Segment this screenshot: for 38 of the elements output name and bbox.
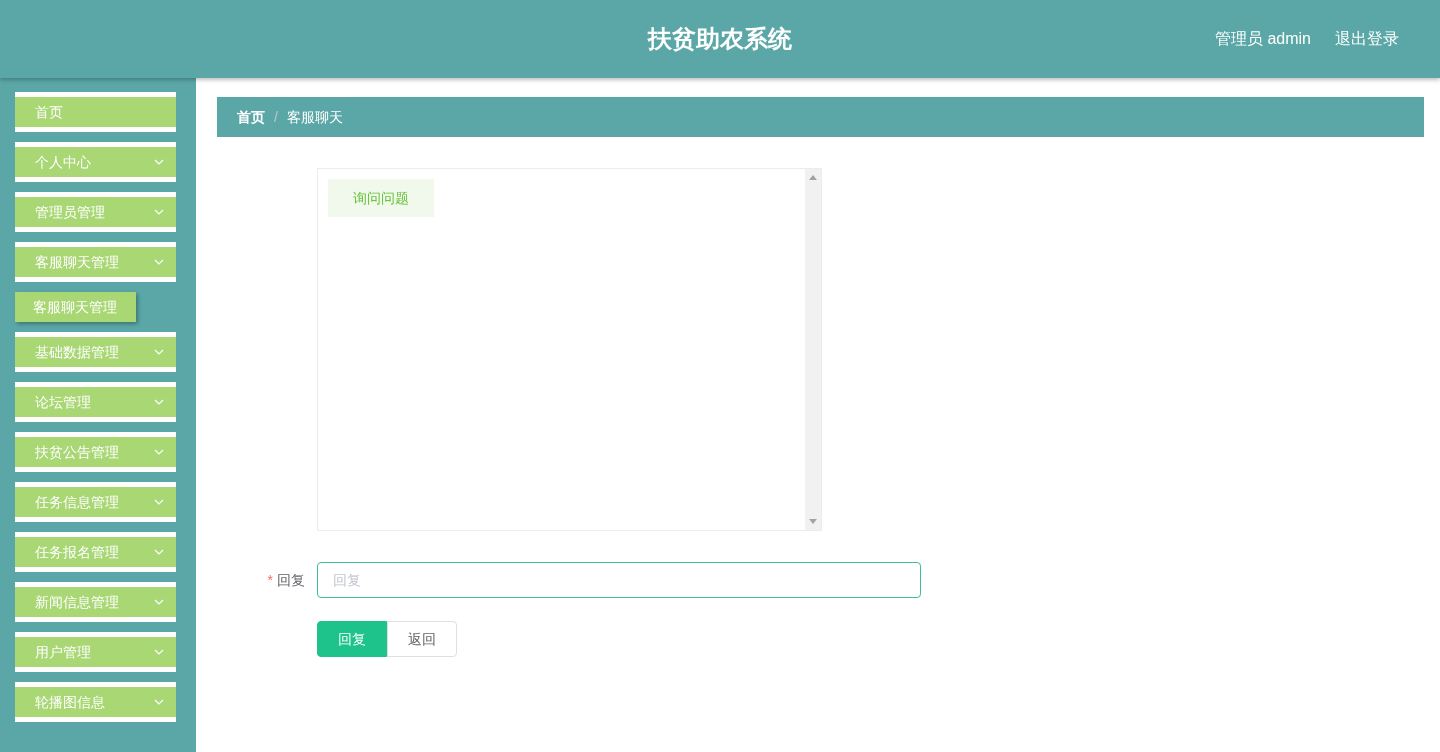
chevron-down-icon — [154, 349, 164, 355]
chevron-down-icon — [154, 159, 164, 165]
sidebar-menu-item[interactable]: 轮播图信息 — [15, 682, 176, 722]
reply-label: 回复 — [277, 571, 305, 590]
chevron-down-icon — [154, 209, 164, 215]
breadcrumb-separator: / — [274, 108, 278, 127]
sidebar-menu-item[interactable]: 首页 — [15, 92, 176, 132]
scrollbar[interactable] — [805, 169, 821, 530]
app-title: 扶贫助农系统 — [648, 24, 792, 54]
sidebar-menu-item[interactable]: 管理员管理 — [15, 192, 176, 232]
sidebar-menu-item[interactable]: 个人中心 — [15, 142, 176, 182]
chevron-down-icon — [154, 499, 164, 505]
required-asterisk: * — [267, 571, 273, 590]
chevron-down-icon — [154, 449, 164, 455]
scroll-down-icon[interactable] — [809, 519, 817, 524]
sidebar-menu-item[interactable]: 基础数据管理 — [15, 332, 176, 372]
reply-button[interactable]: 回复 — [317, 621, 387, 657]
sidebar-menu-item[interactable]: 新闻信息管理 — [15, 582, 176, 622]
chevron-down-icon — [154, 549, 164, 555]
breadcrumb-link[interactable]: 首页 — [237, 107, 265, 127]
scroll-up-icon[interactable] — [809, 175, 817, 180]
sidebar-menu-item[interactable]: 扶贫公告管理 — [15, 432, 176, 472]
logout-link[interactable]: 退出登录 — [1335, 27, 1399, 51]
breadcrumb-link[interactable]: 客服聊天 — [286, 107, 343, 127]
sidebar-menu-item[interactable]: 任务信息管理 — [15, 482, 176, 522]
sidebar-menu-item[interactable]: 任务报名管理 — [15, 532, 176, 572]
chevron-down-icon — [154, 599, 164, 605]
sidebar-menu-item[interactable]: 论坛管理 — [15, 382, 176, 422]
sidebar-menu-item[interactable]: 客服聊天管理 — [15, 242, 176, 282]
chevron-down-icon — [154, 259, 164, 265]
back-button[interactable]: 返回 — [387, 621, 457, 657]
submenu-item[interactable]: 客服聊天管理 — [15, 292, 136, 322]
chevron-down-icon — [154, 699, 164, 705]
chat-message: 询问问题 — [328, 179, 434, 217]
sidebar-menu-item[interactable]: 用户管理 — [15, 632, 176, 672]
chevron-down-icon — [154, 399, 164, 405]
chevron-down-icon — [154, 649, 164, 655]
admin-username: 管理员 admin — [1214, 29, 1311, 49]
